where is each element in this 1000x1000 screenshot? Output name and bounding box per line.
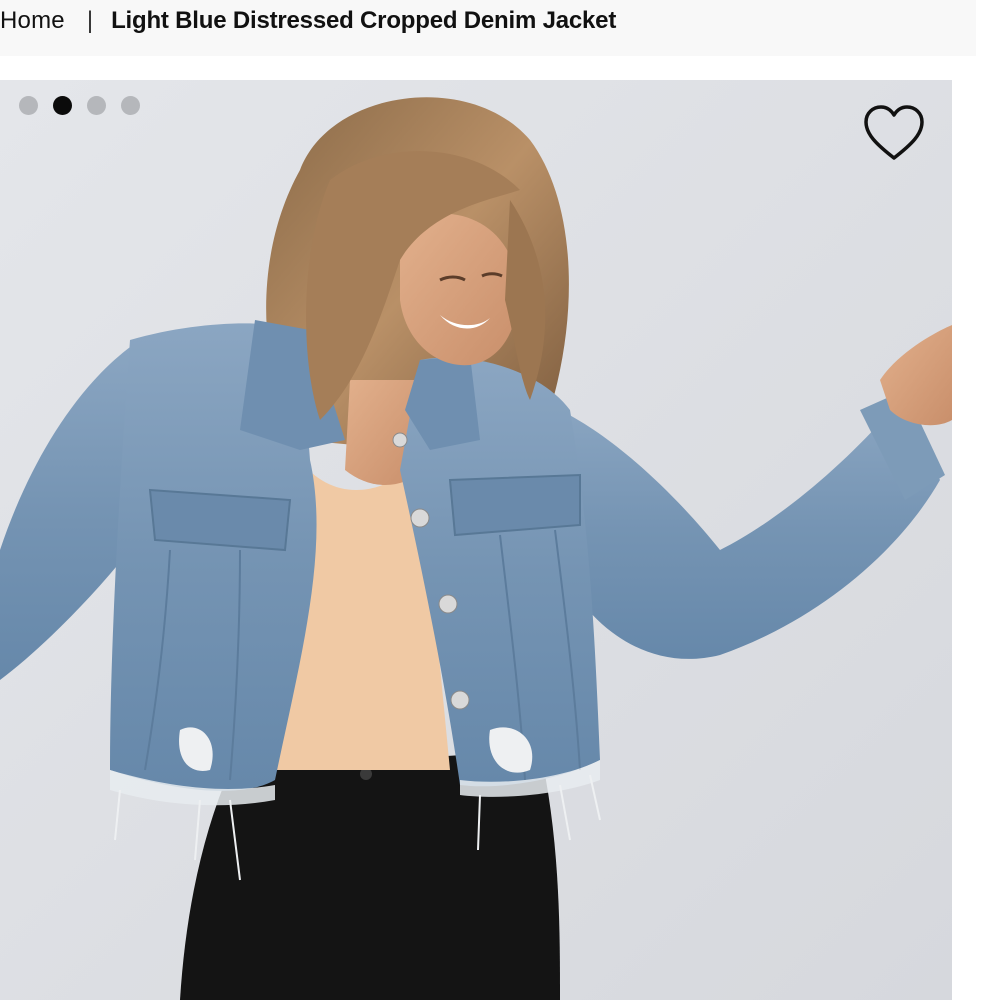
breadcrumb: Home | Light Blue Distressed Cropped Den… (0, 0, 976, 56)
carousel-dot-3[interactable] (87, 96, 106, 115)
product-image[interactable] (0, 80, 952, 1000)
heart-outline-icon[interactable] (862, 104, 926, 164)
carousel-dot-2-active[interactable] (53, 96, 72, 115)
breadcrumb-home-link[interactable]: Home (0, 7, 65, 35)
breadcrumb-current-page: Light Blue Distressed Cropped Denim Jack… (111, 7, 617, 34)
carousel-dot-4[interactable] (121, 96, 140, 115)
carousel-dot-1[interactable] (19, 96, 38, 115)
carousel-dots (19, 96, 140, 115)
breadcrumb-separator: | (86, 7, 94, 34)
product-image-gallery[interactable] (0, 80, 952, 1000)
